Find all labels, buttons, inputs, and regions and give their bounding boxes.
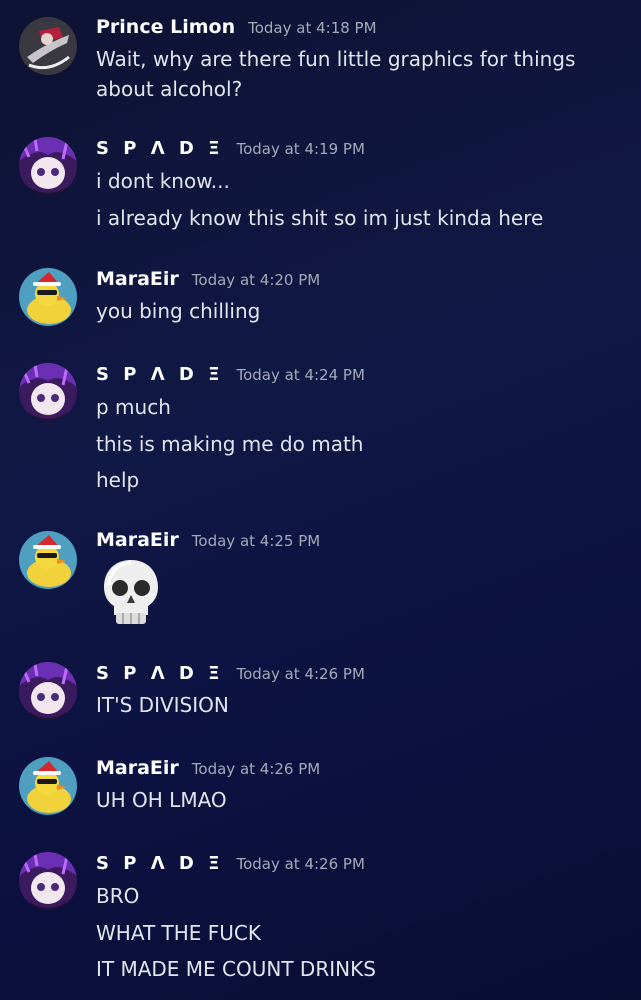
maraeir-avatar[interactable] bbox=[19, 757, 77, 815]
message-text: UH OH LMAO bbox=[96, 788, 227, 812]
message-text: i already know this shit so im just kind… bbox=[96, 206, 544, 230]
username[interactable]: MaraEir bbox=[96, 529, 179, 551]
message-text: IT'S DIVISION bbox=[96, 693, 229, 717]
timestamp: Today at 4:26 PM bbox=[236, 855, 365, 873]
message-header: MaraEir Today at 4:26 PM bbox=[96, 757, 320, 779]
message-header: S P Λ D Ξ Today at 4:24 PM bbox=[96, 364, 365, 385]
timestamp: Today at 4:26 PM bbox=[191, 760, 321, 778]
message-text: i dont know... bbox=[96, 169, 230, 193]
username[interactable]: S P Λ D Ξ bbox=[96, 663, 223, 684]
message-text: WHAT THE FUCK bbox=[96, 921, 261, 945]
timestamp: Today at 4:18 PM bbox=[248, 19, 377, 37]
message-text: this is making me do math bbox=[96, 432, 364, 456]
timestamp: Today at 4:24 PM bbox=[236, 366, 365, 384]
message-header: S P Λ D Ξ Today at 4:26 PM bbox=[96, 853, 365, 874]
message-header: Prince Limon Today at 4:18 PM bbox=[96, 16, 377, 38]
message-text: BRO bbox=[96, 884, 140, 908]
message-text: Wait, why are there fun little graphics … bbox=[96, 47, 576, 101]
prince-limon-avatar[interactable] bbox=[19, 17, 77, 75]
message-header: MaraEir Today at 4:25 PM bbox=[96, 529, 320, 551]
spade-avatar[interactable] bbox=[19, 852, 77, 910]
message-text: IT MADE ME COUNT DRINKS bbox=[96, 957, 376, 981]
maraeir-avatar[interactable] bbox=[19, 268, 77, 326]
skull-emoji[interactable] bbox=[100, 557, 162, 627]
spade-avatar[interactable] bbox=[19, 363, 77, 421]
message-header: S P Λ D Ξ Today at 4:26 PM bbox=[96, 663, 365, 684]
message-header: S P Λ D Ξ Today at 4:19 PM bbox=[96, 138, 365, 159]
spade-avatar[interactable] bbox=[19, 137, 77, 195]
message-header: MaraEir Today at 4:20 PM bbox=[96, 268, 320, 290]
spade-avatar[interactable] bbox=[19, 662, 77, 720]
username[interactable]: MaraEir bbox=[96, 757, 179, 779]
username[interactable]: MaraEir bbox=[96, 268, 179, 290]
timestamp: Today at 4:26 PM bbox=[236, 665, 365, 683]
username[interactable]: S P Λ D Ξ bbox=[96, 364, 223, 385]
message-text: help bbox=[96, 468, 140, 492]
timestamp: Today at 4:20 PM bbox=[191, 271, 321, 289]
timestamp: Today at 4:19 PM bbox=[236, 140, 365, 158]
message-text: p much bbox=[96, 395, 171, 419]
username[interactable]: Prince Limon bbox=[96, 16, 235, 38]
maraeir-avatar[interactable] bbox=[19, 531, 77, 589]
username[interactable]: S P Λ D Ξ bbox=[96, 138, 223, 159]
timestamp: Today at 4:25 PM bbox=[191, 532, 321, 550]
message-text: you bing chilling bbox=[96, 299, 261, 323]
username[interactable]: S P Λ D Ξ bbox=[96, 853, 223, 874]
